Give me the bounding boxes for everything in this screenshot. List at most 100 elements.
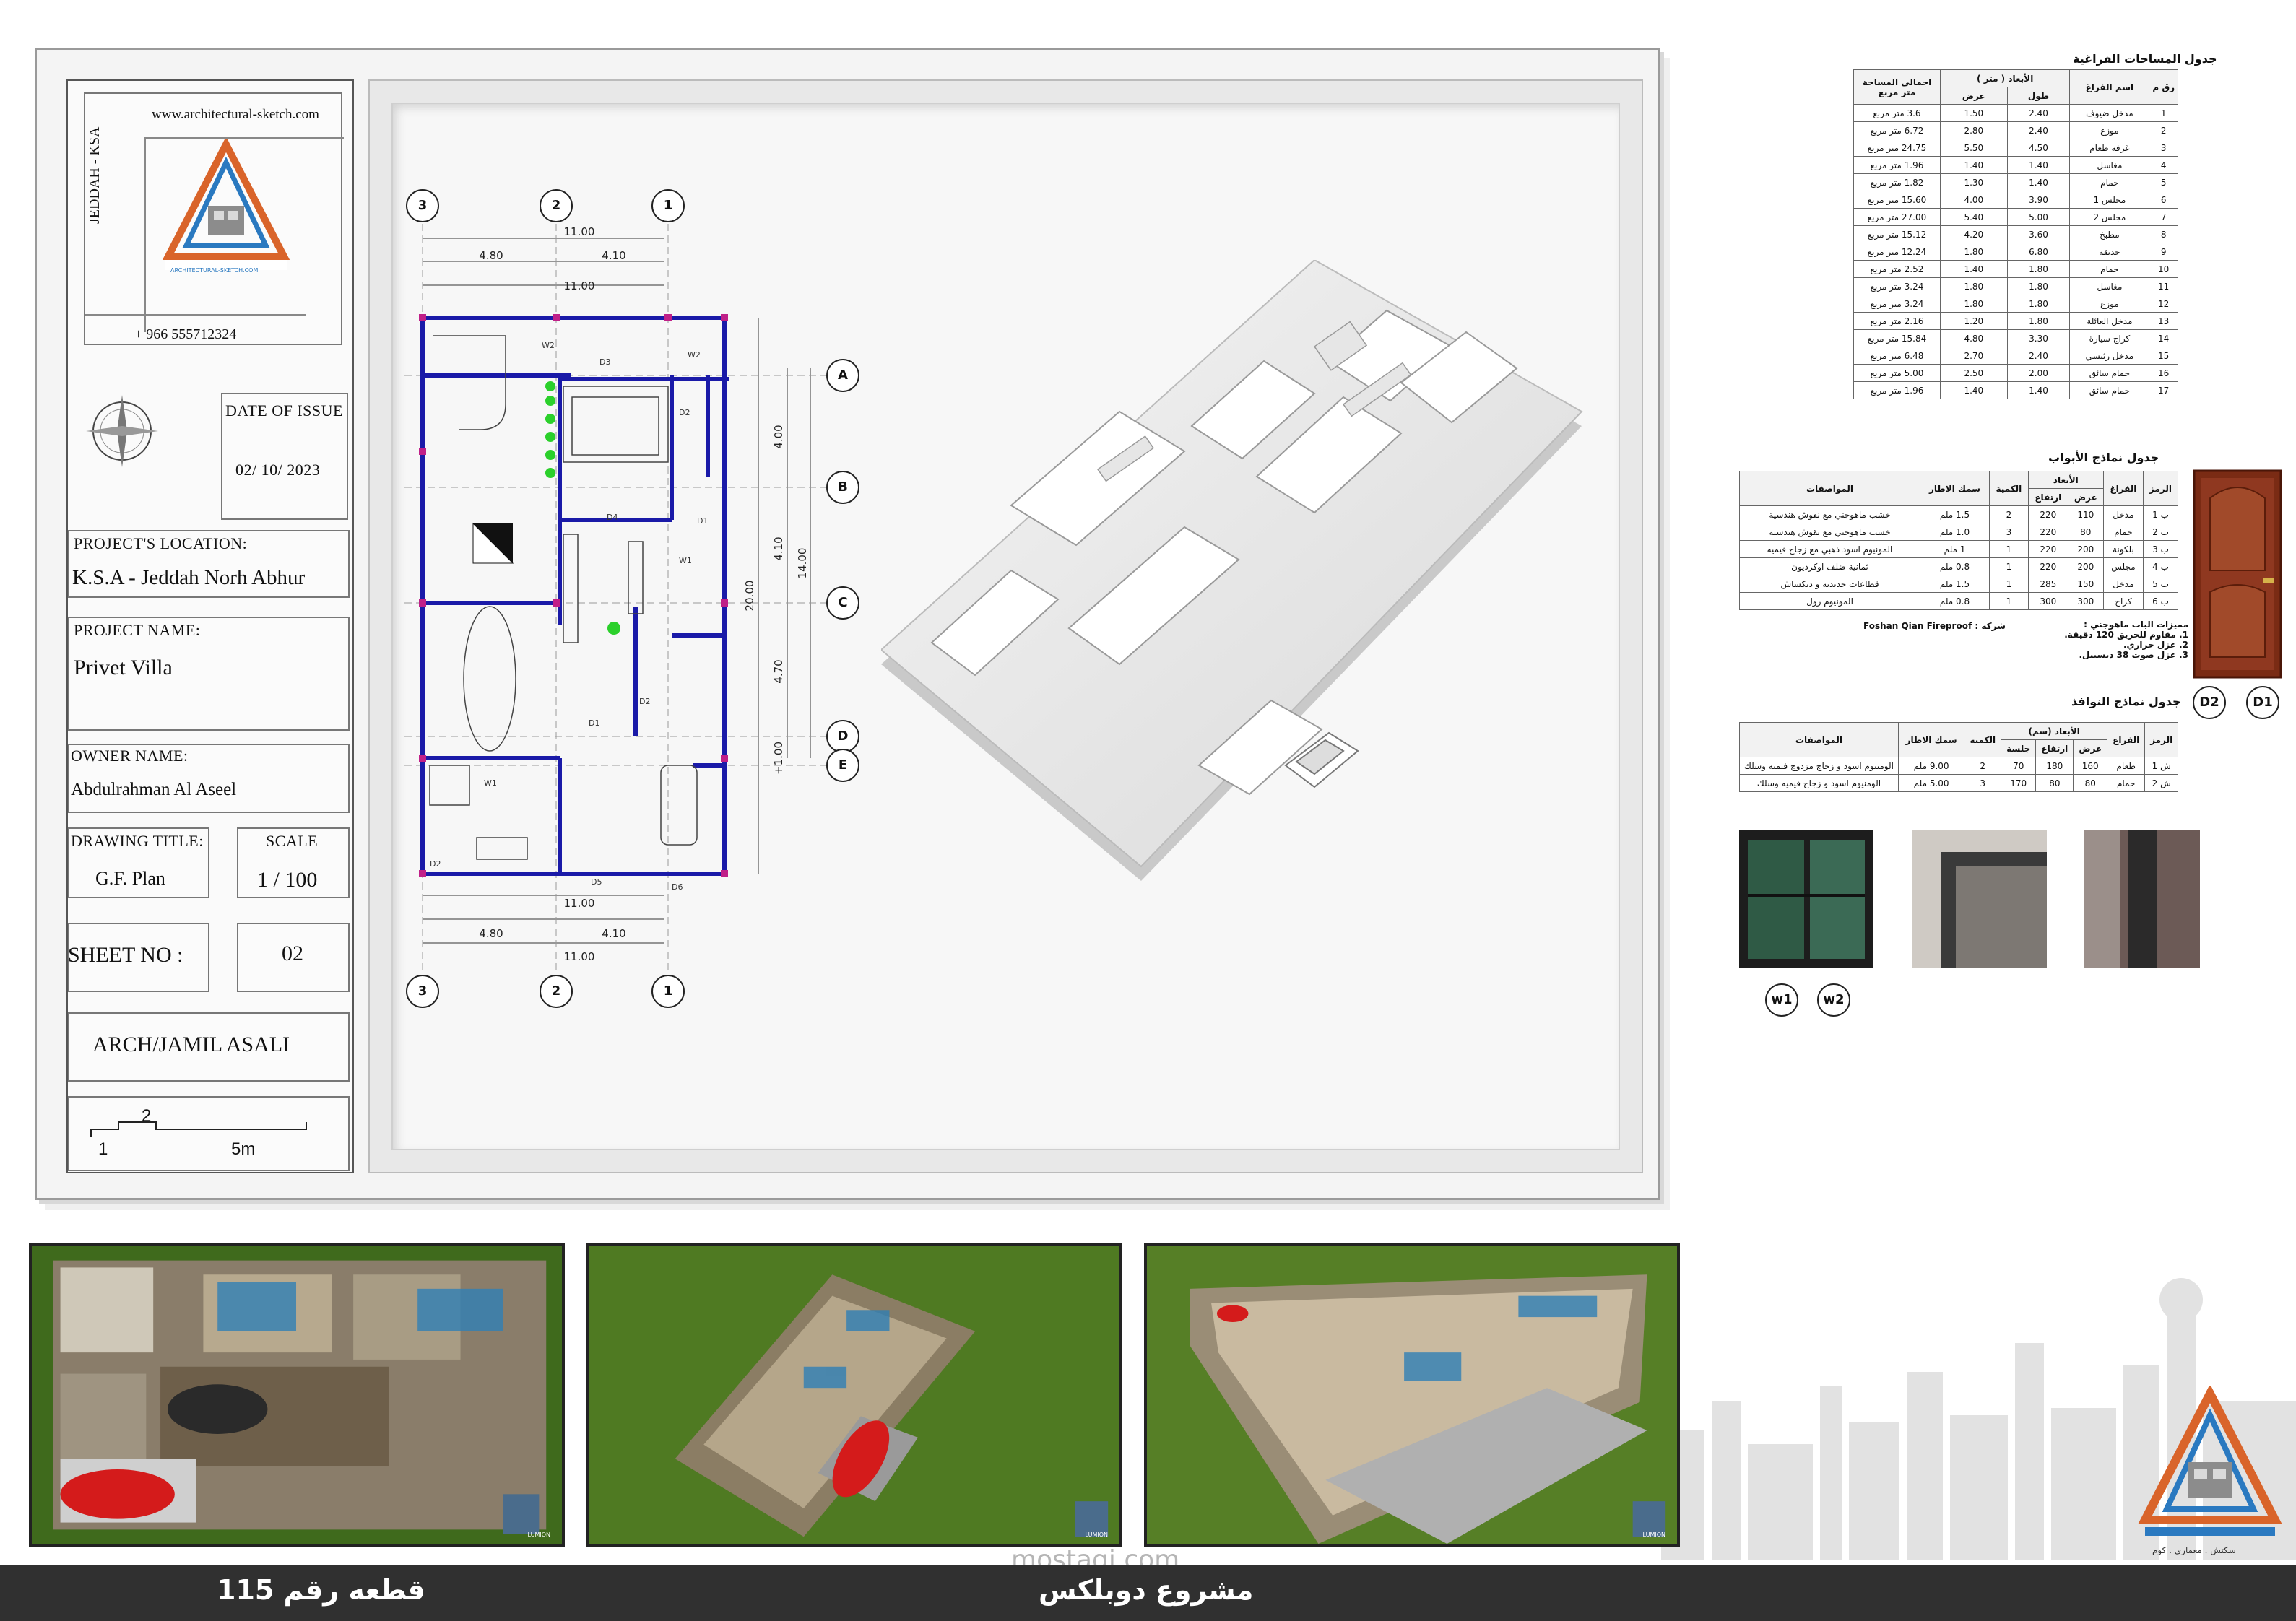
door-qty: 1 <box>1989 592 2029 610</box>
space-no: 14 <box>2149 329 2178 347</box>
window-profile-photo <box>1912 830 2047 968</box>
mahogany-door-icon <box>2193 469 2282 679</box>
company-logo <box>162 137 290 270</box>
space-width: 5.40 <box>1940 208 2008 226</box>
space-no: 6 <box>2149 191 2178 209</box>
window-label-w1: w1 <box>1765 983 1798 1017</box>
space-length: 3.90 <box>2006 191 2071 209</box>
window-code: ش 1 <box>2144 757 2178 775</box>
door-qty: 1 <box>1989 557 2029 575</box>
spaces-table-title: جدول المساحات الفراغية <box>2073 52 2217 66</box>
space-area: 3.6 متر مربع <box>1853 104 1941 122</box>
door-code: ب 4 <box>2143 557 2178 575</box>
table-row: ب 4 مجلس 200 220 1 0.8 ملم ثمانية ضلف اوكرديون <box>1739 557 2178 575</box>
table-row: 11 مغاسل 1.80 1.80 3.24 متر مربع <box>1853 277 2178 295</box>
logo-box: JEDDAH - KSA www.architectural-sketch.co… <box>84 92 344 345</box>
space-area: 24.75 متر مربع <box>1853 139 1941 157</box>
space-no: 4 <box>2149 156 2178 174</box>
tag-d2-c: D2 <box>430 859 441 869</box>
space-area: 1.96 متر مربع <box>1853 381 1941 399</box>
col-space: اسم الفراغ <box>2069 69 2150 105</box>
drawing-title-value: G.F. Plan <box>95 868 165 889</box>
door-width: 300 <box>2067 592 2104 610</box>
table-row: 14 كراج سيارة 3.30 4.80 15.84 متر مربع <box>1853 329 2178 347</box>
win-col-code: الرمز <box>2144 722 2178 757</box>
date-label: DATE OF ISSUE <box>225 401 343 420</box>
space-area: 1.96 متر مربع <box>1853 156 1941 174</box>
tag-d1-a: D1 <box>697 516 708 526</box>
door-label-d1: D1 <box>2246 686 2279 719</box>
table-row: 2 موزع 2.40 2.80 6.72 متر مربع <box>1853 121 2178 139</box>
col-length: طول <box>2006 87 2071 105</box>
door-thick: 1.5 ملم <box>1920 505 1990 523</box>
table-row: 7 مجلس 2 5.00 5.40 27.00 متر مربع <box>1853 208 2178 226</box>
space-length: 6.80 <box>2006 243 2071 261</box>
space-area: 2.52 متر مربع <box>1853 260 1941 278</box>
tag-w2-b: W2 <box>688 350 701 360</box>
space-length: 3.60 <box>2006 225 2071 243</box>
space-no: 11 <box>2149 277 2178 295</box>
table-row: 6 مجلس 1 3.90 4.00 15.60 متر مربع <box>1853 191 2178 209</box>
door-space: مجلس <box>2102 557 2144 575</box>
tag-w1-b: W1 <box>484 778 497 788</box>
door-note-1: 1. مقاوم للحريق 120 دقيقة. <box>2064 630 2188 640</box>
dim-side-cd: 4.70 <box>772 659 785 683</box>
doors-table: الرمز الفراغ الأبعاد الكمية سمك الاطار ا… <box>1739 471 2178 610</box>
space-no: 3 <box>2149 139 2178 157</box>
drawing-title-label: DRAWING TITLE: <box>71 832 204 850</box>
space-space: موزع <box>2069 121 2150 139</box>
footer-plot-number: قطعه رقم 115 <box>217 1574 425 1606</box>
win-col-width: عرض <box>2073 739 2107 757</box>
north-arrow-icon <box>86 395 158 467</box>
space-length: 3.30 <box>2006 329 2071 347</box>
spaces-table: رق م اسم الفراغ الأبعاد ( متر ) اجمالي ا… <box>1853 69 2178 399</box>
door-col-width: عرض <box>2067 488 2104 506</box>
col-no: رق م <box>2149 69 2178 105</box>
dim-top-right: 4.10 <box>602 249 625 262</box>
bottom-logo-sub: سكتش . معماري . كوم <box>2152 1545 2236 1555</box>
door-height: 285 <box>2027 575 2068 593</box>
space-space: كراج سيارة <box>2069 329 2150 347</box>
door-notes-title: مميزات الباب ماهوجني : <box>2084 620 2188 630</box>
space-length: 1.80 <box>2006 260 2071 278</box>
window-space: طعام <box>2106 757 2146 775</box>
grid-row-e: E <box>826 749 859 782</box>
render-top-view: LUMION <box>29 1243 565 1547</box>
door-spec: ثمانية ضلف اوكرديون <box>1739 557 1920 575</box>
door-space: مدخل <box>2102 505 2144 523</box>
location-value: K.S.A - Jeddah Norh Abhur <box>72 566 306 589</box>
grid-col-3-bottom: 3 <box>406 975 439 1008</box>
col-dims: الأبعاد ( متر ) <box>1939 69 2071 87</box>
dim-top-total-2: 11.00 <box>564 279 595 292</box>
window-height: 80 <box>2035 774 2074 792</box>
space-area: 3.24 متر مربع <box>1853 277 1941 295</box>
scalebar-5: 5m <box>231 1139 256 1159</box>
door-label-d2: D2 <box>2193 686 2226 719</box>
door-col-height: ارتفاع <box>2027 488 2068 506</box>
isometric-model <box>881 260 1583 881</box>
window-w1-photo <box>1739 830 1873 968</box>
floor-plan: 11.00 4.80 4.10 11.00 11.00 4.80 4.10 11… <box>404 224 831 982</box>
door-spec: خشب ماهوجني مع نقوش هندسية <box>1739 523 1920 541</box>
space-area: 15.84 متر مربع <box>1853 329 1941 347</box>
space-no: 5 <box>2149 173 2178 191</box>
dim-bottom-total-2: 11.00 <box>564 950 595 963</box>
space-area: 15.12 متر مربع <box>1853 225 1941 243</box>
window-qty: 3 <box>1964 774 2002 792</box>
table-row: 5 حمام 1.40 1.30 1.82 متر مربع <box>1853 173 2178 191</box>
space-length: 2.40 <box>2006 104 2071 122</box>
space-no: 15 <box>2149 347 2178 365</box>
dim-side-ab: 4.00 <box>772 425 785 448</box>
tag-d2-a: D2 <box>679 408 690 417</box>
space-space: حمام <box>2069 260 2150 278</box>
table-row: ش 2 حمام 80 80 170 3 5.00 ملم الومنيوم اسود و ز… <box>1739 774 2178 792</box>
scale-bar <box>90 1121 307 1137</box>
table-row: 17 حمام سائق 1.40 1.40 1.96 متر مربع <box>1853 381 2178 399</box>
owner-value: Abdulrahman Al Aseel <box>71 780 237 799</box>
window-spec: الومنيوم اسود و زجاج فيميه وسلك <box>1739 774 1899 792</box>
website: www.architectural-sketch.com <box>152 107 319 122</box>
door-width: 110 <box>2067 505 2104 523</box>
space-width: 1.40 <box>1940 260 2008 278</box>
door-qty: 1 <box>1989 540 2029 558</box>
door-space: مدخل <box>2102 575 2144 593</box>
